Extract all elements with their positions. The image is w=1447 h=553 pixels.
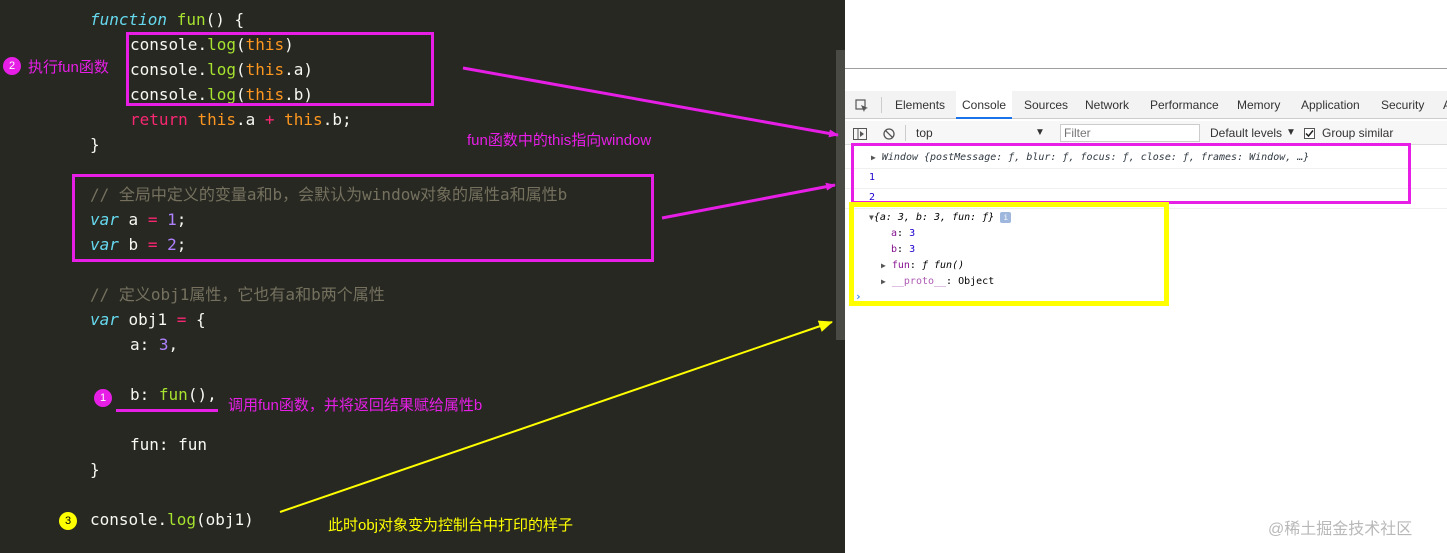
code-line-prop-a: a: 3, [130, 332, 178, 357]
step-3-badge: 3 [59, 512, 77, 530]
tab-divider [881, 97, 882, 113]
prop-key: a: [130, 335, 159, 354]
tab-memory[interactable]: Memory [1237, 91, 1280, 119]
step-1-note: 调用fun函数，并将返回结果赋给属性b [228, 397, 483, 414]
clear-console-icon[interactable] [883, 121, 895, 145]
highlight-box-object [849, 202, 1169, 306]
code-line-function-decl: function fun() { [90, 7, 244, 32]
code-line-prop-fun: fun: fun [130, 435, 208, 454]
tab-application[interactable]: Application [1301, 91, 1360, 119]
devtools-tab-bar: Elements Console Sources Network Perform… [845, 91, 1447, 119]
code-punct: .b; [322, 110, 352, 129]
highlight-box-logs [126, 32, 434, 106]
code-punct: } [90, 135, 100, 154]
sidebar-toggle-icon[interactable] [853, 121, 867, 145]
context-dropdown-icon[interactable]: ▼ [1035, 121, 1045, 145]
code-line-obj-decl: var obj1 = { [90, 307, 206, 332]
tab-more[interactable]: A [1443, 91, 1447, 119]
function-call: fun [158, 385, 188, 404]
number-literal: 3 [158, 335, 169, 354]
console-toolbar: top ▼ Default levels ▼ Group similar [845, 121, 1447, 145]
code-line-return: return this.a + this.b; [130, 107, 352, 132]
code-line-prop-b: b: fun(), [130, 382, 217, 407]
tab-sources[interactable]: Sources [1024, 91, 1068, 119]
plus-operator: + [264, 110, 275, 129]
assign-operator: = [176, 310, 187, 329]
keyword-return: return [130, 110, 188, 129]
log-method: log [167, 510, 196, 529]
code-punct: { [195, 310, 206, 329]
keyword-var: var [90, 310, 119, 329]
var-name: obj1 [118, 310, 177, 329]
step-2-badge: 2 [3, 57, 21, 75]
tab-security[interactable]: Security [1381, 91, 1424, 119]
code-line-obj-close: } [90, 457, 100, 482]
this-window-note: fun函数中的this指向window [467, 132, 652, 149]
step-2-note: 执行fun函数 [28, 59, 109, 76]
devtools-panel: Elements Console Sources Network Perform… [845, 68, 1447, 553]
this-keyword: this [284, 110, 323, 129]
code-line-final-log: console.log(obj1) [90, 510, 254, 529]
underline-prop-b [116, 409, 218, 412]
code-line-close-brace: } [90, 132, 100, 157]
this-keyword: this [197, 110, 236, 129]
filter-input[interactable] [1060, 124, 1200, 142]
prop-key: b: [130, 385, 159, 404]
code-editor[interactable]: function fun() { console.log(this) conso… [0, 0, 845, 553]
step-3-note: 此时obj对象变为控制台中打印的样子 [328, 517, 574, 534]
log-levels-dropdown[interactable]: Default levels [1210, 121, 1282, 145]
code-punct: (), [187, 385, 217, 404]
console-object: console [90, 510, 158, 529]
tab-network[interactable]: Network [1085, 91, 1129, 119]
editor-scrollbar[interactable] [836, 50, 845, 340]
inspect-element-icon[interactable] [855, 91, 869, 119]
highlight-box-outputs [851, 143, 1411, 204]
toolbar-divider [905, 125, 906, 141]
tab-performance[interactable]: Performance [1150, 91, 1219, 119]
watermark: @稀土掘金技术社区 [1268, 521, 1413, 538]
tab-console[interactable]: Console [956, 91, 1013, 119]
context-selector[interactable]: top [916, 121, 933, 145]
group-similar-checkbox[interactable] [1304, 121, 1315, 145]
levels-dropdown-icon[interactable]: ▼ [1286, 121, 1296, 145]
keyword-function: function [90, 10, 168, 29]
code-punct: (obj1) [195, 510, 254, 529]
code-punct: , [168, 335, 179, 354]
tab-elements[interactable]: Elements [895, 91, 945, 119]
code-punct: } [90, 460, 100, 479]
code-comment-obj: // 定义obj1属性，它也有a和b两个属性 [90, 285, 385, 304]
code-punct: () { [205, 10, 245, 29]
group-similar-label: Group similar [1322, 126, 1394, 140]
step-1-badge: 1 [94, 389, 112, 407]
highlight-box-globals [72, 174, 654, 262]
code-punct: .a [235, 110, 265, 129]
function-name: fun [176, 10, 206, 29]
